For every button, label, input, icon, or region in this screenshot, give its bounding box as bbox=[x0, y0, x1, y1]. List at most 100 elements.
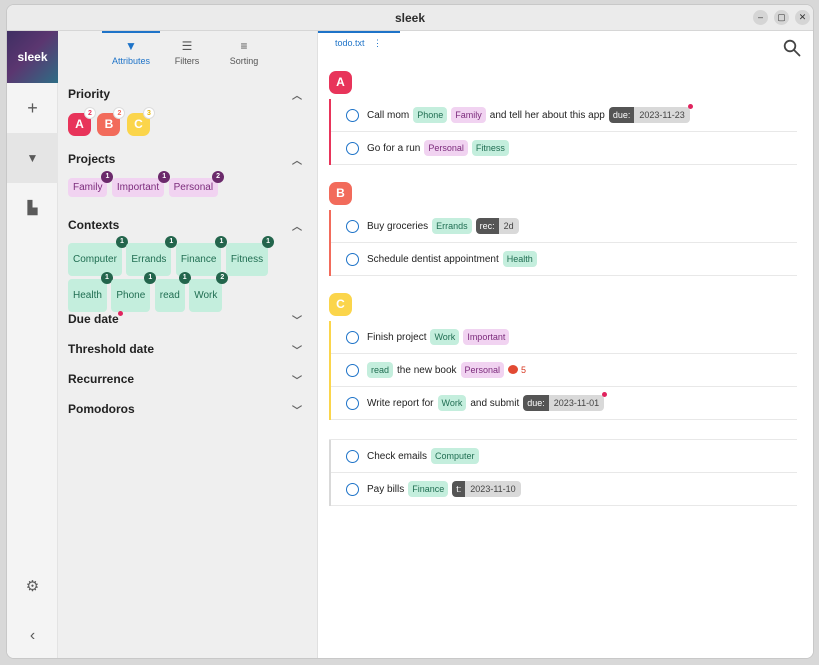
context-filter-finance[interactable]: Finance 1 bbox=[175, 236, 228, 276]
context-chip[interactable]: Work bbox=[437, 395, 467, 411]
chevron-up-icon: ︿ bbox=[292, 91, 302, 102]
due-date-chip[interactable]: due: 2023-11-23 bbox=[608, 104, 693, 123]
minimize-button[interactable]: – bbox=[753, 10, 768, 25]
threshold-date-section[interactable]: Threshold date ﹀ bbox=[68, 342, 302, 360]
projects-section: Projects ︿ Family 1 Important 1 Personal 2 bbox=[68, 152, 302, 200]
maximize-button[interactable]: ▢ bbox=[774, 10, 789, 25]
tab-filters[interactable]: ☰ Filters bbox=[158, 31, 216, 73]
contexts-header[interactable]: Contexts ︿ bbox=[68, 218, 302, 236]
tab-attributes[interactable]: ▼ Attributes bbox=[102, 31, 160, 73]
search-icon[interactable] bbox=[783, 39, 801, 57]
todo-text: Write report for bbox=[367, 397, 434, 409]
todo-row[interactable]: Pay bills Finance t: 2023-11-10 bbox=[329, 473, 797, 506]
recurrence-chip[interactable]: rec: 2d bbox=[475, 218, 519, 234]
context-chip[interactable]: Phone bbox=[413, 107, 448, 123]
context-filter-read[interactable]: read 1 bbox=[154, 272, 191, 312]
project-chip[interactable]: Family bbox=[451, 107, 486, 123]
context-filter-phone[interactable]: Phone 1 bbox=[111, 272, 157, 312]
section-title: Threshold date bbox=[68, 342, 155, 356]
todo-row[interactable]: Finish project Work Important bbox=[329, 321, 797, 354]
app-logo: sleek bbox=[7, 31, 58, 83]
context-chip[interactable]: Errands bbox=[432, 218, 472, 234]
context-chip[interactable]: read bbox=[367, 362, 394, 378]
complete-checkbox[interactable] bbox=[346, 141, 359, 155]
section-title: Recurrence bbox=[68, 372, 135, 386]
complete-checkbox[interactable] bbox=[346, 219, 359, 233]
context-filter-fitness[interactable]: Fitness 1 bbox=[225, 236, 275, 276]
file-tab-todo[interactable]: todo.txt ⋮ bbox=[318, 31, 400, 59]
file-tab-label: todo.txt bbox=[335, 38, 365, 48]
pomodoros-section[interactable]: Pomodoros ﹀ bbox=[68, 402, 302, 420]
filter-drawer-button[interactable]: ▼ bbox=[7, 133, 58, 183]
chip-key: rec: bbox=[475, 218, 499, 234]
context-chip[interactable]: Health bbox=[502, 251, 537, 267]
project-chip[interactable]: Important bbox=[463, 329, 510, 345]
complete-checkbox[interactable] bbox=[346, 449, 359, 463]
todo-row[interactable]: read the new book Personal 5 bbox=[329, 354, 797, 387]
context-chip[interactable]: Computer bbox=[431, 448, 479, 464]
priority-bar bbox=[329, 132, 331, 165]
priority-a-filter[interactable]: A2 bbox=[68, 107, 96, 136]
todo-row[interactable]: Schedule dentist appointment Health bbox=[329, 243, 797, 276]
context-chip[interactable]: Finance bbox=[408, 481, 449, 497]
context-filter-work[interactable]: Work 2 bbox=[189, 272, 229, 312]
projects-header[interactable]: Projects ︿ bbox=[68, 152, 302, 170]
todo-row[interactable]: Call mom Phone Family and tell her about… bbox=[329, 99, 797, 132]
priority-bar bbox=[329, 387, 331, 420]
add-todo-button[interactable]: + bbox=[7, 83, 58, 133]
context-filter-health[interactable]: Health 1 bbox=[68, 272, 113, 312]
plus-icon: + bbox=[27, 97, 38, 118]
project-chip[interactable]: Personal bbox=[460, 362, 505, 378]
todo-text: the new book bbox=[397, 364, 457, 376]
priority-bar bbox=[329, 210, 331, 243]
tag-label: Personal bbox=[173, 182, 214, 193]
close-button[interactable]: ✕ bbox=[795, 10, 810, 25]
context-chip[interactable]: Fitness bbox=[471, 140, 509, 156]
complete-checkbox[interactable] bbox=[346, 108, 359, 122]
chevron-down-icon: ﹀ bbox=[292, 376, 302, 387]
notification-dot bbox=[118, 311, 123, 316]
priority-b-filter[interactable]: B2 bbox=[97, 107, 126, 136]
chip-key: due: bbox=[608, 107, 635, 123]
project-filter-important[interactable]: Important 1 bbox=[111, 171, 171, 197]
todo-row[interactable]: Buy groceries Errands rec: 2d bbox=[329, 210, 797, 243]
due-date-section[interactable]: Due date ﹀ bbox=[68, 311, 302, 330]
chevron-up-icon: ︿ bbox=[292, 156, 302, 167]
priority-header[interactable]: Priority ︿ bbox=[68, 87, 302, 105]
todo-row[interactable]: Write report for Work and submit due: 202… bbox=[329, 387, 797, 420]
priority-c-filter[interactable]: C3 bbox=[126, 107, 155, 136]
gear-icon: ⚙ bbox=[25, 578, 40, 595]
projects-list: Family 1 Important 1 Personal 2 bbox=[68, 171, 302, 200]
archive-button[interactable]: ▙ bbox=[7, 183, 58, 233]
complete-checkbox[interactable] bbox=[346, 252, 359, 266]
recurrence-section[interactable]: Recurrence ﹀ bbox=[68, 372, 302, 390]
todo-row[interactable]: Check emails Computer bbox=[329, 440, 797, 473]
project-chip[interactable]: Personal bbox=[424, 140, 468, 156]
threshold-date-chip[interactable]: t: 2023-11-10 bbox=[452, 481, 521, 497]
tab-label: Filters bbox=[174, 56, 200, 66]
priority-label: A bbox=[75, 117, 84, 131]
contexts-list: Computer 1 Errands 1 Finance 1 Fitness 1 Hea… bbox=[68, 236, 302, 315]
complete-checkbox[interactable] bbox=[346, 396, 359, 410]
complete-checkbox[interactable] bbox=[346, 330, 359, 344]
due-date-chip[interactable]: due: 2023-11-01 bbox=[523, 392, 608, 411]
project-filter-family[interactable]: Family 1 bbox=[68, 171, 114, 197]
complete-checkbox[interactable] bbox=[346, 482, 359, 496]
complete-checkbox[interactable] bbox=[346, 363, 359, 377]
chevron-down-icon: ﹀ bbox=[292, 406, 302, 417]
tab-label: Sorting bbox=[229, 56, 259, 66]
context-chip[interactable]: Work bbox=[430, 329, 460, 345]
todo-text: Call mom bbox=[367, 109, 410, 121]
settings-button[interactable]: ⚙ bbox=[7, 561, 58, 611]
tab-sorting[interactable]: ≡ Sorting bbox=[215, 31, 273, 73]
count-badge: 1 bbox=[262, 236, 275, 248]
file-menu-icon[interactable]: ⋮ bbox=[373, 38, 382, 49]
todo-text: Check emails bbox=[367, 450, 428, 462]
project-filter-personal[interactable]: Personal 2 bbox=[168, 171, 225, 197]
collapse-drawer-button[interactable]: ‹ bbox=[7, 611, 58, 658]
context-filter-computer[interactable]: Computer 1 bbox=[68, 236, 128, 276]
todo-row[interactable]: Go for a run Personal Fitness bbox=[329, 132, 797, 165]
chevron-down-icon: ﹀ bbox=[292, 316, 302, 327]
todo-text: Go for a run bbox=[367, 142, 421, 154]
priority-list: A2 B2 C3 bbox=[68, 107, 302, 136]
